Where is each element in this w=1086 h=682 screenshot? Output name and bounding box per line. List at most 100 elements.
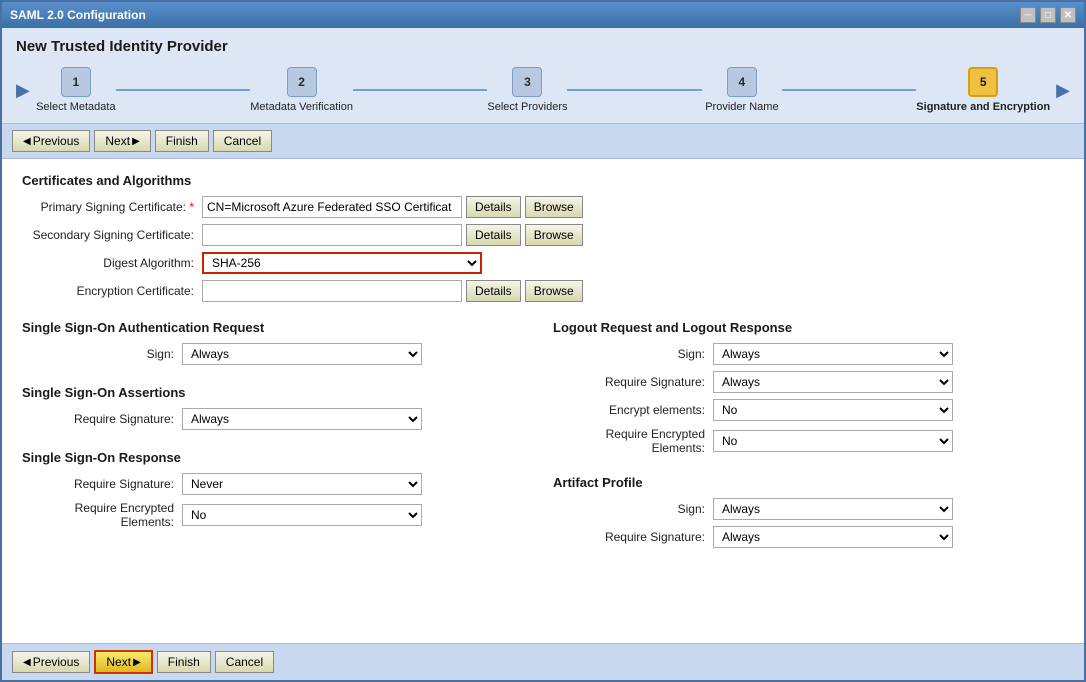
logout-sig-select[interactable]: Always Never As needed	[713, 371, 953, 393]
page-title: New Trusted Identity Provider	[2, 28, 1084, 61]
sso-auth-sign-group: Sign: Always Never As needed	[22, 343, 533, 365]
step-3-circle: 3	[512, 67, 542, 97]
two-col-layout: Single Sign-On Authentication Request Si…	[22, 320, 1064, 554]
step-4: 4 Provider Name	[702, 67, 782, 113]
sso-response-sig-select[interactable]: Always Never As needed	[182, 473, 422, 495]
sso-assertions-title: Single Sign-On Assertions	[22, 385, 533, 400]
left-column: Single Sign-On Authentication Request Si…	[22, 320, 533, 554]
sso-response-enc-group: Require Encrypted Elements: No Yes	[22, 501, 533, 529]
close-button[interactable]: ✕	[1060, 7, 1076, 23]
secondary-cert-details-button[interactable]: Details	[466, 224, 521, 246]
primary-cert-details-button[interactable]: Details	[466, 196, 521, 218]
step-2-label: Metadata Verification	[250, 101, 353, 113]
sso-assertions-sig-group: Require Signature: Always Never As neede…	[22, 408, 533, 430]
logout-sign-select[interactable]: Always Never As needed	[713, 343, 953, 365]
bottom-cancel-button[interactable]: Cancel	[215, 651, 274, 673]
encryption-cert-details-button[interactable]: Details	[466, 280, 521, 302]
wizard-end-arrow: ▶	[1056, 80, 1070, 101]
logout-enc-label: Encrypt elements:	[553, 403, 713, 417]
logout-sign-label: Sign:	[553, 347, 713, 361]
top-cancel-button[interactable]: Cancel	[213, 130, 272, 152]
title-bar-controls: ─ □ ✕	[1020, 7, 1076, 23]
artifact-title: Artifact Profile	[553, 475, 1064, 490]
maximize-button[interactable]: □	[1040, 7, 1056, 23]
step-connector-4	[782, 89, 916, 91]
artifact-sig-label: Require Signature:	[553, 530, 713, 544]
primary-cert-input[interactable]	[202, 196, 462, 218]
step-3-label: Select Providers	[487, 101, 567, 113]
primary-cert-group: Primary Signing Certificate: * Details B…	[22, 196, 1064, 218]
title-bar: SAML 2.0 Configuration ─ □ ✕	[2, 2, 1084, 28]
step-5: 5 Signature and Encryption	[916, 67, 1050, 113]
sso-response-sig-group: Require Signature: Always Never As neede…	[22, 473, 533, 495]
spacer-1	[22, 371, 533, 385]
artifact-sig-select[interactable]: Always Never As needed	[713, 526, 953, 548]
artifact-sig-group: Require Signature: Always Never As neede…	[553, 526, 1064, 548]
minimize-button[interactable]: ─	[1020, 7, 1036, 23]
step-1: 1 Select Metadata	[36, 67, 116, 113]
step-1-label: Select Metadata	[36, 101, 116, 113]
encryption-cert-group: Encryption Certificate: Details Browse	[22, 280, 1064, 302]
artifact-sign-label: Sign:	[553, 502, 713, 516]
certificates-section-title: Certificates and Algorithms	[22, 173, 1064, 188]
logout-sign-group: Sign: Always Never As needed	[553, 343, 1064, 365]
artifact-sign-group: Sign: Always Never As needed	[553, 498, 1064, 520]
bottom-next-button[interactable]: Next ▶	[94, 650, 152, 674]
sso-auth-title: Single Sign-On Authentication Request	[22, 320, 533, 335]
logout-enc-group: Encrypt elements: No Yes	[553, 399, 1064, 421]
step-connector-1	[116, 89, 250, 91]
sso-response-sig-label: Require Signature:	[22, 477, 182, 491]
logout-req-enc-label: Require Encrypted Elements:	[553, 427, 713, 455]
secondary-cert-input[interactable]	[202, 224, 462, 246]
step-5-label: Signature and Encryption	[916, 101, 1050, 113]
top-finish-button[interactable]: Finish	[155, 130, 209, 152]
sso-assertions-sig-label: Require Signature:	[22, 412, 182, 426]
top-next-button[interactable]: Next ▶	[94, 130, 150, 152]
content-area: New Trusted Identity Provider ▶ 1 Select…	[2, 28, 1084, 680]
secondary-cert-browse-button[interactable]: Browse	[525, 224, 583, 246]
secondary-cert-label: Secondary Signing Certificate:	[22, 228, 202, 242]
digest-select[interactable]: SHA-256 SHA-1 SHA-512	[202, 252, 482, 274]
encryption-cert-row: Details Browse	[202, 280, 583, 302]
logout-sig-label: Require Signature:	[553, 375, 713, 389]
wizard-start-arrow: ▶	[16, 80, 30, 101]
logout-req-enc-select[interactable]: No Yes	[713, 430, 953, 452]
bottom-previous-button[interactable]: ◀ Previous	[12, 651, 90, 673]
digest-label: Digest Algorithm:	[22, 256, 202, 270]
required-star: *	[189, 200, 194, 214]
step-2-circle: 2	[287, 67, 317, 97]
encryption-cert-browse-button[interactable]: Browse	[525, 280, 583, 302]
sso-response-enc-select[interactable]: No Yes	[182, 504, 422, 526]
sso-response-enc-label: Require Encrypted Elements:	[22, 501, 182, 529]
step-4-label: Provider Name	[705, 101, 778, 113]
step-4-circle: 4	[727, 67, 757, 97]
secondary-cert-group: Secondary Signing Certificate: Details B…	[22, 224, 1064, 246]
step-5-circle: 5	[968, 67, 998, 97]
step-1-circle: 1	[61, 67, 91, 97]
primary-cert-browse-button[interactable]: Browse	[525, 196, 583, 218]
step-connector-2	[353, 89, 487, 91]
logout-title: Logout Request and Logout Response	[553, 320, 1064, 335]
next-arrow-icon: ▶	[132, 136, 140, 147]
step-2: 2 Metadata Verification	[250, 67, 353, 113]
primary-cert-row: Details Browse	[202, 196, 583, 218]
bottom-next-arrow-icon: ▶	[133, 657, 141, 668]
primary-cert-label: Primary Signing Certificate: *	[22, 200, 202, 214]
sso-auth-sign-label: Sign:	[22, 347, 182, 361]
top-previous-button[interactable]: ◀ Previous	[12, 130, 90, 152]
logout-enc-select[interactable]: No Yes	[713, 399, 953, 421]
logout-req-enc-group: Require Encrypted Elements: No Yes	[553, 427, 1064, 455]
encryption-cert-input[interactable]	[202, 280, 462, 302]
prev-arrow-icon: ◀	[23, 136, 31, 147]
digest-group: Digest Algorithm: SHA-256 SHA-1 SHA-512	[22, 252, 1064, 274]
sso-response-title: Single Sign-On Response	[22, 450, 533, 465]
bottom-finish-button[interactable]: Finish	[157, 651, 211, 673]
top-toolbar: ◀ Previous Next ▶ Finish Cancel	[2, 123, 1084, 159]
bottom-toolbar: ◀ Previous Next ▶ Finish Cancel	[2, 643, 1084, 680]
sso-assertions-sig-select[interactable]: Always Never As needed	[182, 408, 422, 430]
right-column: Logout Request and Logout Response Sign:…	[553, 320, 1064, 554]
artifact-sign-select[interactable]: Always Never As needed	[713, 498, 953, 520]
sso-auth-sign-select[interactable]: Always Never As needed	[182, 343, 422, 365]
logout-sig-group: Require Signature: Always Never As neede…	[553, 371, 1064, 393]
main-window: SAML 2.0 Configuration ─ □ ✕ New Trusted…	[0, 0, 1086, 682]
